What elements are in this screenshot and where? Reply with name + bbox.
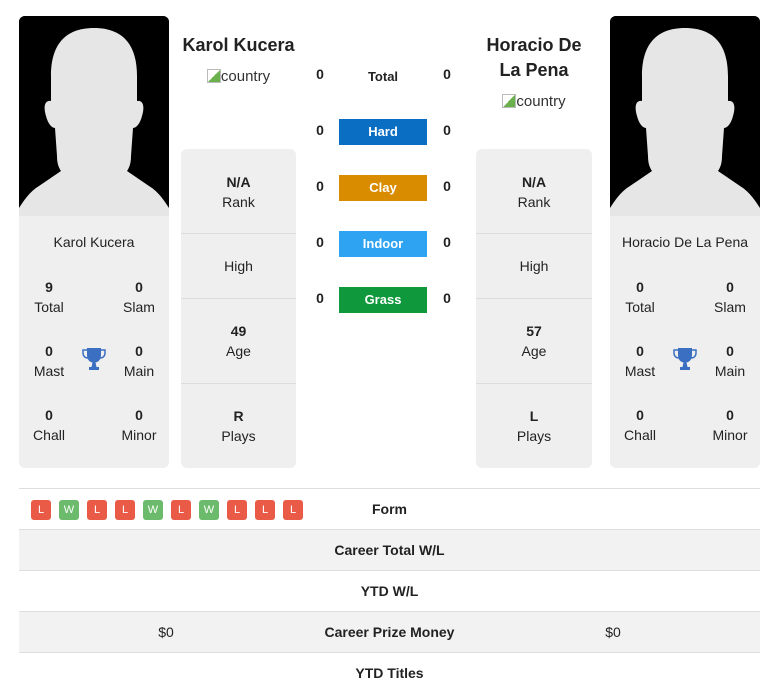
- player1-high: High: [224, 258, 253, 274]
- h2h-total-p1: 0: [316, 66, 324, 82]
- surface-clay-badge: Clay: [339, 175, 427, 201]
- player2-name[interactable]: Horacio De La Pena: [476, 33, 592, 83]
- player2-titles-slam: 0 Slam: [714, 279, 746, 315]
- career-prize-money-row: $0 Career Prize Money $0: [19, 611, 760, 652]
- player2-titles-minor: 0 Minor: [712, 407, 748, 443]
- player1-titles-main: 0 Main: [123, 343, 155, 379]
- player1-titles-total: 9 Total: [34, 279, 64, 315]
- career-total-wl-label: Career Total W/L: [334, 542, 445, 558]
- form-row: L W L L W L W L L L Form: [19, 488, 760, 529]
- player1-plays: R Plays: [221, 408, 256, 444]
- player2-plays: L Plays: [516, 408, 552, 444]
- player2-country-flag: country: [476, 93, 592, 110]
- h2h-hard-p2: 0: [443, 122, 451, 138]
- h2h-clay-p1: 0: [316, 178, 324, 194]
- player1-titles-minor: 0 Minor: [121, 407, 157, 443]
- player1-info: N/A Rank High 49 Age R Plays: [181, 149, 296, 468]
- divider: [476, 233, 592, 234]
- player-silhouette-icon: [610, 16, 760, 216]
- player1-card-name: Karol Kucera: [53, 234, 135, 250]
- player1-titles-mast: 0 Mast: [33, 343, 65, 379]
- career-total-wl-row: Career Total W/L: [19, 529, 760, 570]
- player1-photo: [19, 16, 169, 216]
- player1-rank: N/A Rank: [222, 174, 255, 210]
- surface-grass-badge: Grass: [339, 287, 427, 313]
- divider: [181, 233, 296, 234]
- ytd-titles-label: YTD Titles: [355, 665, 424, 681]
- player2-titles-main: 0 Main: [714, 343, 746, 379]
- h2h-total-label: Total: [367, 69, 399, 84]
- player2-high: High: [519, 258, 549, 274]
- ytd-wl-row: YTD W/L: [19, 570, 760, 611]
- divider: [181, 298, 296, 299]
- h2h-grass-p2: 0: [443, 290, 451, 306]
- broken-image-icon: [206, 69, 221, 83]
- player2-rank: N/A Rank: [517, 174, 551, 210]
- form-label: Form: [372, 501, 407, 517]
- player2-titles-total: 0 Total: [625, 279, 655, 315]
- player2-photo: [610, 16, 760, 216]
- divider: [476, 383, 592, 384]
- h2h-total-p2: 0: [443, 66, 451, 82]
- h2h-indoor-p1: 0: [316, 234, 324, 250]
- player2-age: 57 Age: [521, 323, 547, 359]
- player2-info: N/A Rank High 57 Age L Plays: [476, 149, 592, 468]
- h2h-clay-p2: 0: [443, 178, 451, 194]
- career-prize-money-p2: $0: [605, 624, 621, 640]
- h2h-indoor-p2: 0: [443, 234, 451, 250]
- career-prize-money-label: Career Prize Money: [324, 624, 455, 640]
- player1-titles-chall: 0 Chall: [33, 407, 65, 443]
- player1-age: 49 Age: [226, 323, 251, 359]
- surface-indoor-badge: Indoor: [339, 231, 427, 257]
- h2h-grass-p1: 0: [316, 290, 324, 306]
- ytd-titles-row: YTD Titles: [19, 652, 760, 693]
- player1-name[interactable]: Karol Kucera: [181, 33, 296, 58]
- h2h-hard-p1: 0: [316, 122, 324, 138]
- player2-titles-chall: 0 Chall: [624, 407, 656, 443]
- player2-titles-mast: 0 Mast: [624, 343, 656, 379]
- divider: [476, 298, 592, 299]
- trophy-icon: [81, 346, 107, 372]
- ytd-wl-label: YTD W/L: [360, 583, 419, 599]
- trophy-icon: [672, 346, 698, 372]
- player1-titles-slam: 0 Slam: [123, 279, 155, 315]
- divider: [181, 383, 296, 384]
- player-silhouette-icon: [19, 16, 169, 216]
- broken-image-icon: [502, 94, 517, 108]
- player2-card: Horacio De La Pena 0 Total 0 Slam 0 Mast 0M…: [610, 216, 760, 468]
- surface-hard-badge: Hard: [339, 119, 427, 145]
- player1-card: Karol Kucera 9 Total 0 Slam 0 Mast 0 Main 0C…: [19, 216, 169, 468]
- player1-country-flag: country: [181, 68, 296, 85]
- player2-card-name: Horacio De La Pena: [621, 234, 749, 250]
